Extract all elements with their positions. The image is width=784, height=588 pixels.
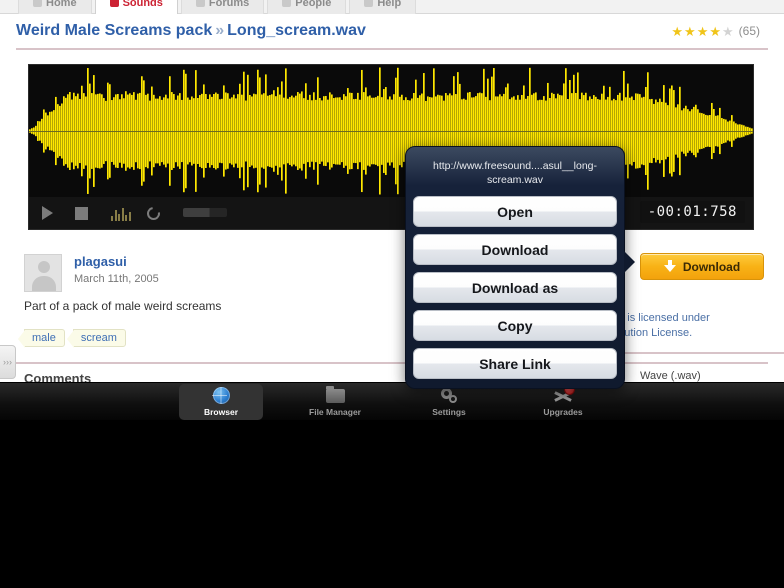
context-menu-download[interactable]: Download [413, 234, 617, 265]
tabbar-item-browser-label: Browser [203, 406, 238, 417]
gears-icon [439, 387, 459, 405]
stop-icon [75, 207, 88, 220]
link-context-menu: http://www.freesound....asul__long-screa… [405, 146, 635, 389]
tabbar-item-browser[interactable]: Browser [179, 383, 263, 420]
nav-tab-help[interactable]: Help [349, 0, 417, 14]
help-icon [364, 0, 374, 7]
loop-button[interactable] [144, 204, 167, 223]
volume-icon [183, 208, 227, 217]
waveform-display[interactable] [29, 65, 754, 199]
forums-icon [195, 0, 205, 7]
tag-male[interactable]: male [18, 329, 65, 348]
breadcrumb-file-link[interactable]: Long_scream.wav [227, 22, 366, 39]
rating-stars[interactable]: ★ ★ ★ ★ ★ [671, 25, 733, 38]
page-title: Weird Male Screams pack» Long_scream.wav [16, 22, 366, 40]
home-icon [33, 0, 42, 7]
star-1-icon[interactable]: ★ [671, 25, 683, 38]
author-text: plagasui March 11th, 2005 [74, 254, 159, 292]
stop-button[interactable] [75, 204, 95, 222]
nav-tab-sounds[interactable]: Sounds [94, 0, 178, 14]
globe-icon [211, 386, 231, 405]
side-panel-handle-glyph: ››› [3, 357, 12, 367]
tabbar-item-file-manager[interactable]: File Manager [293, 384, 377, 420]
comments-heading: Comments [24, 371, 92, 382]
bottom-tab-bar: Browser File Manager Settings Upgrades [0, 382, 784, 420]
nav-tab-help-label: Help [377, 0, 402, 9]
play-icon [42, 206, 53, 220]
download-button-label: Download [682, 259, 741, 274]
context-menu-download-as[interactable]: Download as [413, 272, 617, 303]
context-menu-open[interactable]: Open [413, 196, 617, 227]
nav-tab-forums-label: Forums [208, 0, 250, 9]
context-menu-share-link[interactable]: Share Link [413, 348, 617, 379]
spectrogram-icon [111, 207, 131, 221]
tabbar-item-upgrades-label: Upgrades [543, 406, 583, 417]
loop-icon [144, 204, 163, 223]
context-menu-url: http://www.freesound....asul__long-screa… [432, 160, 597, 186]
divider-top [16, 48, 768, 50]
web-page: Home Sounds Forums People Help Weird Mal… [0, 0, 784, 382]
breadcrumb-pack-link[interactable]: Weird Male Screams pack [16, 22, 212, 39]
breadcrumb-separator: » [215, 22, 225, 39]
author-name-link[interactable]: plagasui [74, 254, 159, 270]
nav-tab-home[interactable]: Home [18, 0, 92, 14]
tabbar-item-file-manager-label: File Manager [309, 406, 361, 417]
play-button[interactable] [39, 204, 59, 222]
upload-date: March 11th, 2005 [74, 273, 159, 285]
star-4-icon[interactable]: ★ [709, 25, 721, 38]
volume-slider[interactable] [183, 204, 231, 222]
download-button[interactable]: Download [640, 253, 764, 280]
star-3-icon[interactable]: ★ [697, 25, 709, 38]
star-2-icon[interactable]: ★ [684, 25, 696, 38]
folder-icon [325, 385, 345, 405]
star-5-icon[interactable]: ★ [722, 25, 734, 38]
nav-tab-people-label: People [295, 0, 332, 9]
time-display: -00:01:758 [639, 201, 745, 223]
author-block: plagasui March 11th, 2005 [24, 254, 159, 292]
app-root: Home Sounds Forums People Help Weird Mal… [0, 0, 784, 588]
sound-description: Part of a pack of male weird screams [24, 299, 222, 313]
divider-middle [16, 362, 768, 364]
context-menu-copy[interactable]: Copy [413, 310, 617, 341]
empty-area-below [0, 420, 784, 588]
rating-widget[interactable]: ★ ★ ★ ★ ★ (65) [671, 24, 760, 38]
file-format: Wave (.wav) [640, 370, 701, 382]
nav-tab-people[interactable]: People [267, 0, 347, 14]
nav-tab-sounds-label: Sounds [122, 0, 163, 9]
nav-tab-home-label: Home [46, 0, 77, 9]
tag-list: male scream [18, 329, 126, 348]
nav-tab-forums[interactable]: Forums [180, 0, 265, 14]
rating-count: (65) [738, 24, 760, 38]
spectrogram-button[interactable] [111, 204, 131, 222]
page-title-row: Weird Male Screams pack» Long_scream.wav … [0, 22, 784, 40]
tabbar-item-settings-label: Settings [432, 406, 466, 417]
side-panel-handle[interactable]: ››› [0, 345, 16, 379]
sounds-icon [109, 0, 119, 7]
waveform-center-axis [29, 131, 753, 132]
download-arrow-icon [663, 260, 676, 273]
site-nav-tabs: Home Sounds Forums People Help [0, 0, 784, 14]
people-icon [282, 0, 292, 7]
site-navbar: Home Sounds Forums People Help [0, 0, 784, 14]
audio-player[interactable]: -00:01:758 [28, 64, 754, 230]
tag-scream[interactable]: scream [66, 329, 126, 348]
avatar[interactable] [24, 254, 62, 292]
star-icon [553, 383, 575, 405]
